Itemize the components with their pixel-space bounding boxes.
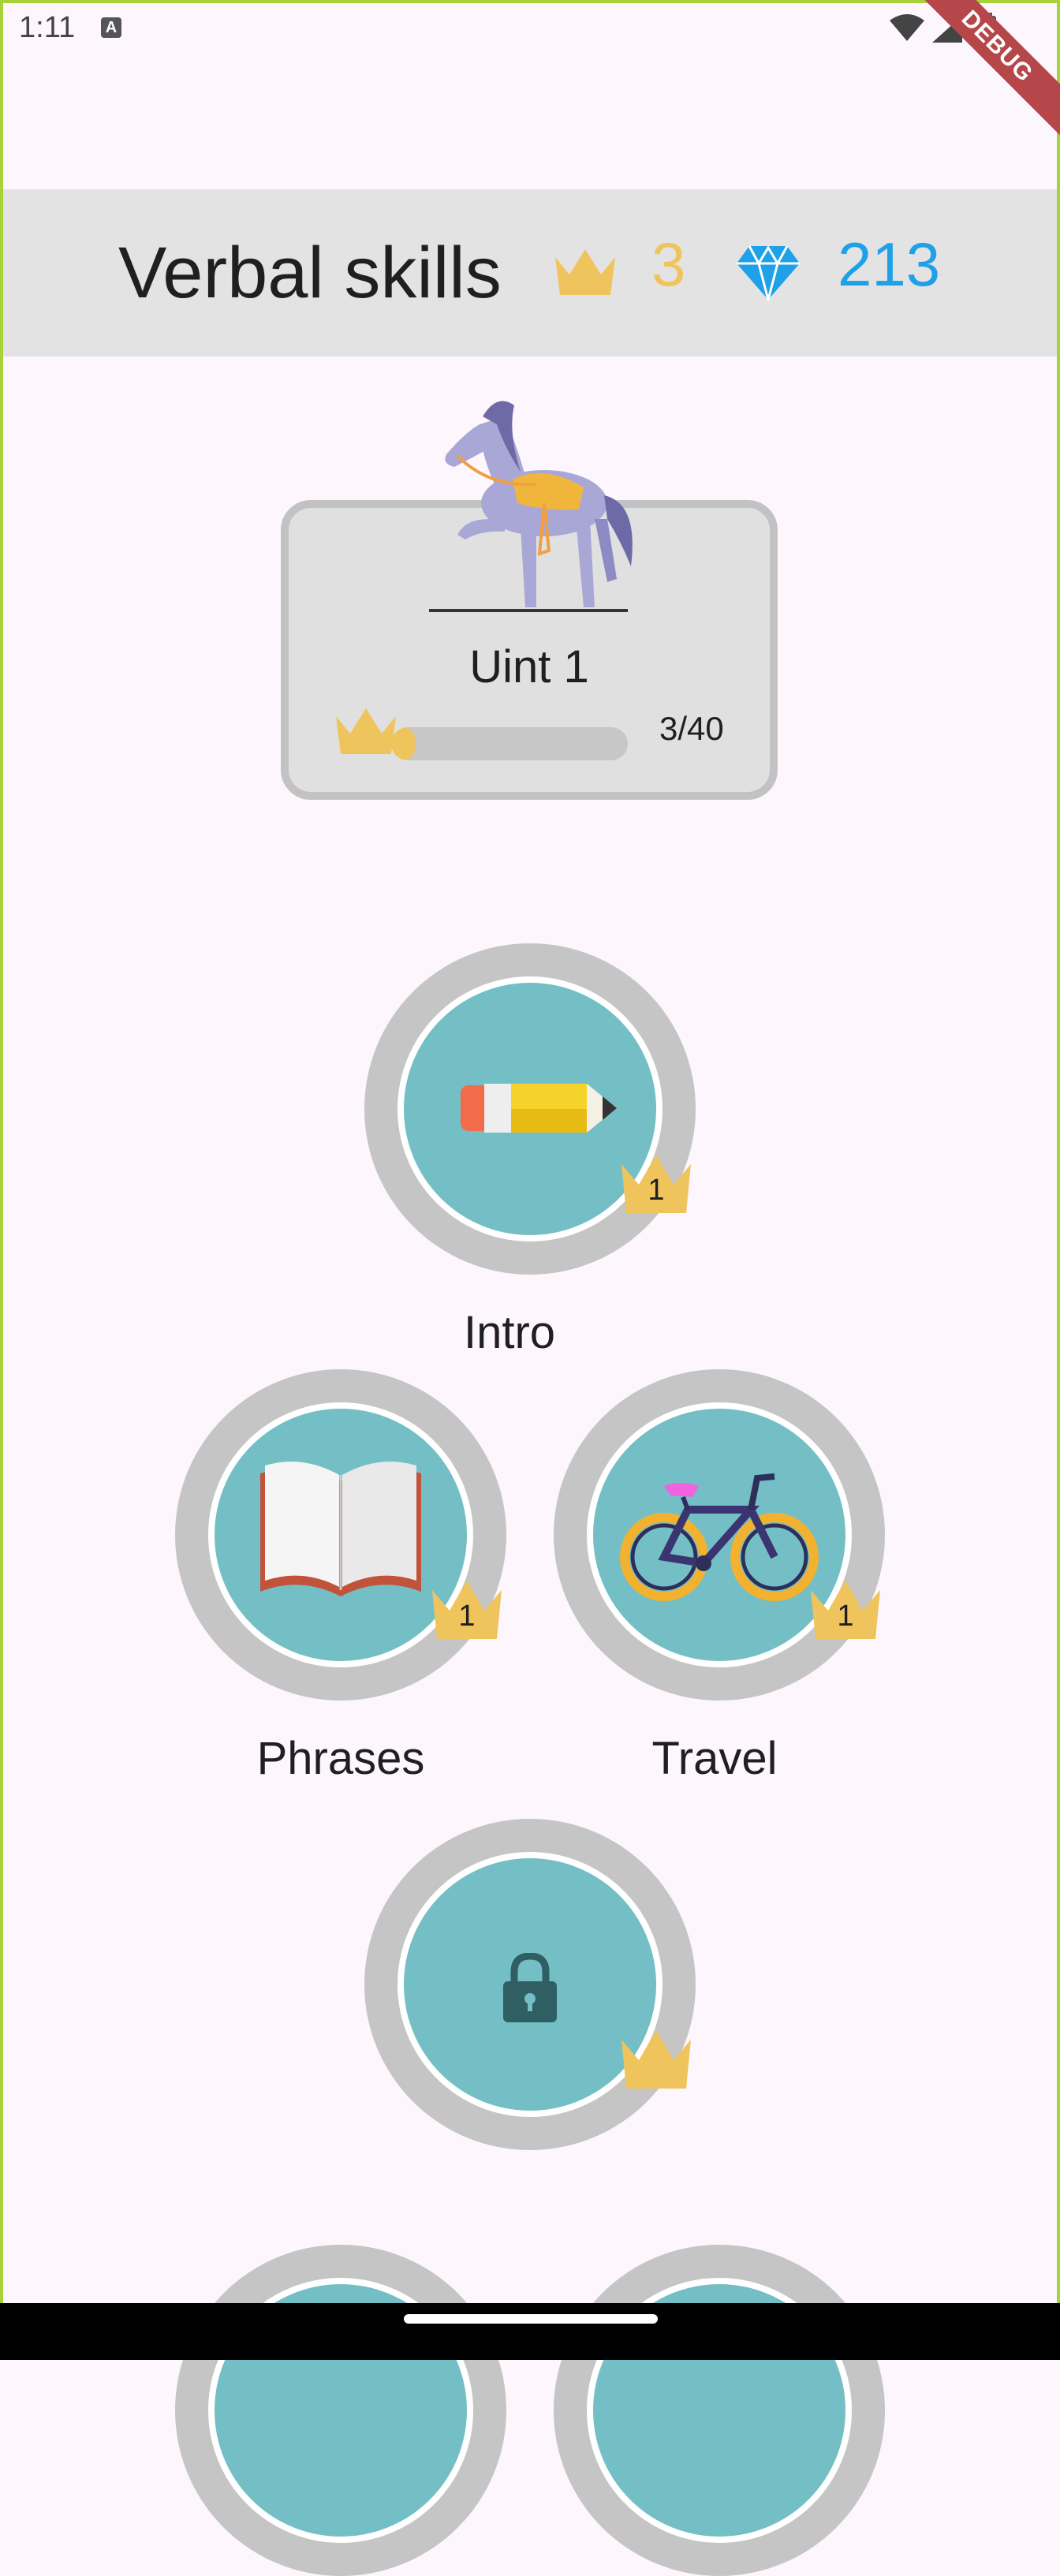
gem-count: 213 <box>838 230 941 299</box>
home-gesture-handle[interactable] <box>404 2314 658 2324</box>
skill-next-right[interactable] <box>554 2245 885 2576</box>
crown-count: 3 <box>651 230 686 299</box>
status-bar: 1:11 A <box>0 0 1060 57</box>
skill-label: Intro <box>463 1307 556 1358</box>
page-title: Verbal skills <box>118 233 502 313</box>
crown-icon <box>336 708 396 754</box>
skill-next-left[interactable] <box>175 2245 506 2576</box>
system-nav-bar <box>0 2303 1060 2360</box>
skill-locked[interactable] <box>364 1819 696 2150</box>
skill-label: Phrases <box>256 1733 425 1784</box>
horse-icon <box>429 401 633 612</box>
app-header: Verbal skills 3 213 <box>0 189 1060 357</box>
unit-progress-label: 3/40 <box>659 710 724 747</box>
crown-icon <box>555 249 615 295</box>
pencil-icon <box>461 1084 617 1133</box>
keyboard-a-icon: A <box>101 17 121 38</box>
wifi-icon <box>890 14 924 41</box>
status-time: 1:11 <box>19 11 76 44</box>
unit-title: Uint 1 <box>469 641 589 693</box>
unit-progress-bar <box>391 727 628 760</box>
lock-icon <box>503 1953 557 2022</box>
gem-icon <box>737 245 800 301</box>
skill-intro[interactable]: 1 Intro <box>364 943 696 1358</box>
skill-label: Travel <box>651 1733 778 1784</box>
skill-crown-level: 1 <box>837 1600 854 1633</box>
book-icon <box>260 1462 421 1596</box>
crown-icon <box>621 2030 691 2089</box>
skill-crown-level: 1 <box>648 1174 665 1207</box>
skill-crown-level: 1 <box>458 1600 476 1633</box>
skill-phrases[interactable]: 1 Phrases <box>175 1369 506 1784</box>
bicycle-icon <box>620 1473 819 1601</box>
skill-travel[interactable]: 1 Travel <box>554 1369 885 1784</box>
